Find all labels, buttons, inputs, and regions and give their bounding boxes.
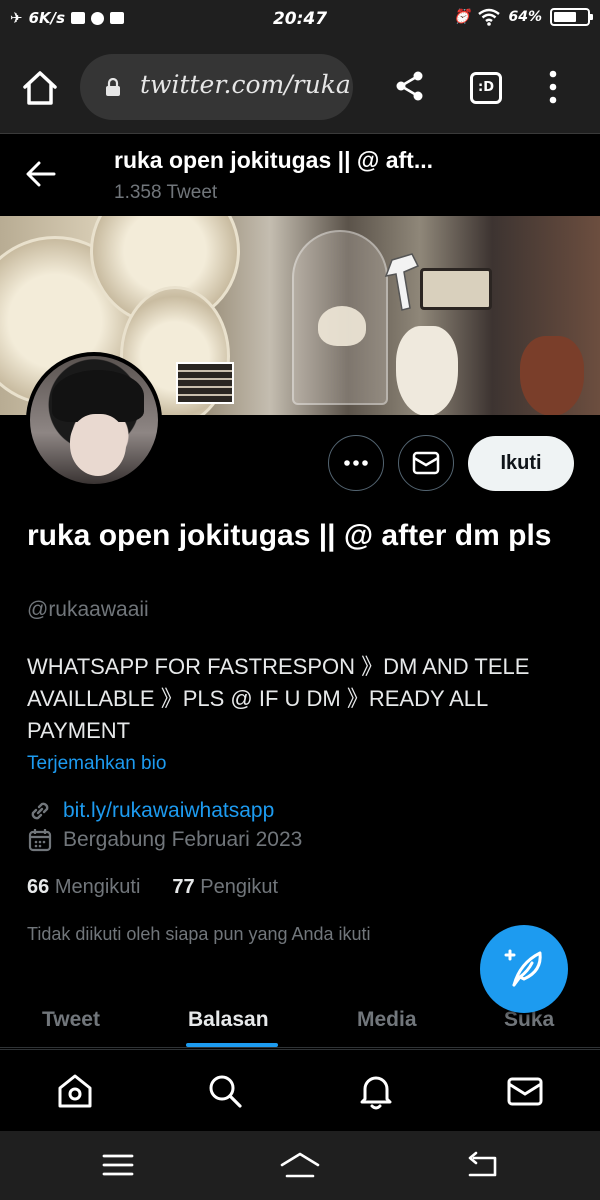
tabs-switcher-button[interactable]: :D [470, 72, 502, 104]
compose-feather-icon [504, 949, 542, 987]
recent-apps-icon[interactable] [98, 1149, 138, 1181]
following-count: 66 [27, 876, 50, 898]
home-icon[interactable] [55, 1071, 95, 1111]
banner-amplifier [420, 268, 492, 310]
search-icon[interactable] [205, 1071, 245, 1111]
system-back-icon[interactable] [462, 1149, 502, 1181]
browser-home-icon[interactable] [20, 68, 60, 108]
messages-icon[interactable] [505, 1071, 545, 1111]
browser-menu-icon[interactable] [544, 70, 562, 104]
battery-icon [550, 8, 593, 26]
tab-replies[interactable]: Balasan [188, 1008, 269, 1032]
not-followed-notice: Tidak diikuti oleh siapa pun yang Anda i… [27, 924, 371, 944]
browser-toolbar: twitter.com/ruka :D [0, 40, 600, 134]
tab-media[interactable]: Media [357, 1008, 417, 1032]
system-home-icon[interactable] [280, 1149, 320, 1181]
following-label: Mengikuti [54, 876, 141, 898]
banner-guitar-white [396, 326, 458, 415]
banner-books-sticker [176, 362, 234, 404]
mail-icon [412, 451, 439, 474]
profile-website-row: bit.ly/rukawaiwhatsapp [27, 797, 274, 825]
message-button[interactable] [398, 435, 454, 491]
profile-joined-row: Bergabung Februari 2023 [27, 826, 302, 854]
header-tweet-count: 1.358 Tweet [114, 182, 218, 203]
header-profile-name: ruka open jokitugas || @ aft... [114, 147, 434, 173]
compose-tweet-button[interactable] [480, 925, 568, 1013]
followers-count: 77 [172, 876, 195, 898]
calendar-icon [28, 829, 52, 852]
lock-icon [106, 78, 120, 96]
battery-percent: 64% [508, 9, 542, 25]
profile-website-link[interactable]: bit.ly/rukawaiwhatsapp [63, 799, 274, 823]
banner-butterfly [318, 306, 366, 346]
followers-stat[interactable]: 77 Pengikut [172, 876, 278, 899]
status-bar-right: ⏰ 64% [453, 8, 593, 26]
alarm-icon: ⏰ [453, 9, 471, 25]
profile-header-bar: ruka open jokitugas || @ aft... 1.358 Tw… [0, 135, 600, 215]
system-navigation-bar [0, 1131, 600, 1200]
translate-bio-link[interactable]: Terjemahkan bio [27, 753, 166, 775]
followers-label: Pengikut [200, 876, 279, 898]
back-arrow-icon[interactable] [26, 161, 56, 187]
profile-joined-date: Bergabung Februari 2023 [63, 828, 303, 851]
tab-tweet[interactable]: Tweet [42, 1008, 100, 1032]
profile-handle: @rukaawaaii [27, 598, 149, 621]
avatar-face [70, 414, 126, 476]
status-bar: ✈ 6K/s 20:47 ⏰ 64% [0, 0, 600, 40]
profile-name: ruka open jokitugas || @ after dm pls [27, 519, 552, 552]
banner-guitar-brown [520, 336, 584, 415]
profile-bio: WHATSAPP FOR FASTRESPON 》DM AND TELE AVA… [27, 654, 530, 743]
profile-follow-stats: 66 Mengikuti 77 Pengikut [27, 876, 278, 899]
url-text: twitter.com/ruka [140, 70, 350, 99]
following-stat[interactable]: 66 Mengikuti [27, 876, 140, 899]
paperclip-sticker-icon [384, 253, 420, 311]
profile-avatar[interactable] [26, 352, 162, 488]
more-options-button[interactable] [328, 435, 384, 491]
more-icon [343, 459, 368, 466]
follow-button[interactable]: Ikuti [468, 436, 574, 491]
url-bar[interactable]: twitter.com/ruka [80, 54, 353, 120]
bottom-navigation [0, 1049, 600, 1131]
link-icon [31, 802, 49, 820]
active-tab-indicator [186, 1043, 278, 1047]
notifications-icon[interactable] [356, 1071, 396, 1111]
wifi-icon [478, 8, 501, 26]
share-icon[interactable] [394, 70, 426, 102]
